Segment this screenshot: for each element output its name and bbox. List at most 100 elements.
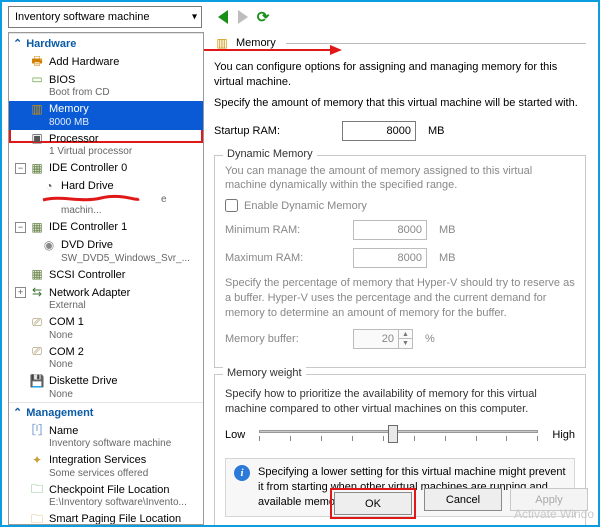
buffer-label: Memory buffer: [225,333,345,345]
slider-track [259,430,538,433]
chevron-up-icon: ⌃ [13,406,22,419]
unit-mb: MB [439,252,456,264]
tree-add-hardware[interactable]: 🖶 Add Hardware [9,53,203,71]
tree-sub: None [29,359,203,371]
ok-button[interactable]: OK [334,492,412,515]
tree-memory[interactable]: ▥ Memory 8000 MB [9,101,203,131]
dialog-buttons: OK Cancel Apply [330,488,588,519]
memory-icon: ▥ [29,103,45,117]
unit-percent: % [425,333,435,345]
info-icon: i [234,465,250,481]
collapse-icon[interactable]: − [15,163,26,174]
pane-desc-1: You can configure options for assigning … [214,60,586,90]
add-hardware-icon: 🖶 [29,55,45,69]
annotation-red-arrow [204,44,342,54]
tree-sub: Inventory software machine [29,438,203,450]
min-ram-input [353,220,427,240]
bios-icon: ▭ [29,73,45,87]
enable-dynamic-checkbox[interactable] [225,199,238,212]
settings-pane: ▥ Memory You can configure options for a… [204,32,594,525]
unit-mb: MB [428,125,445,137]
tree-bios[interactable]: ▭ BIOS Boot from CD [9,71,203,101]
tree-sub: 1 Virtual processor [29,146,203,158]
tree-scroll[interactable]: ⌃ Hardware 🖶 Add Hardware ▭ BIOS Boot from… [9,33,203,524]
expand-icon[interactable]: + [15,287,26,298]
vm-selector-text: Inventory software machine [15,11,150,23]
max-ram-input [353,248,427,268]
tree-label: SCSI Controller [49,269,125,282]
tree-label: Memory [49,103,89,116]
tree-com1[interactable]: ⎚ COM 1 None [9,314,203,344]
network-icon: ⇆ [29,286,45,300]
tree-scsi[interactable]: ▦ SCSI Controller [9,266,203,284]
tree-name[interactable]: ［ᴵ］Name Inventory software machine [9,422,203,452]
section-hardware[interactable]: ⌃ Hardware [9,33,203,53]
nav-forward-button [236,10,250,24]
max-ram-label: Maximum RAM: [225,252,345,264]
tree-label: IDE Controller 0 [49,162,127,175]
controller-icon: ▦ [29,162,45,176]
tree-sub: Boot from CD [29,87,203,99]
triangle-left-icon [218,10,228,24]
com-icon: ⎚ [29,345,45,359]
spinner-up-icon: ▲ [398,330,412,340]
refresh-button[interactable]: ⟳ [256,10,270,24]
tree-sub: SW_DVD5_Windows_Svr_... [41,253,203,265]
tree-label: Add Hardware [49,56,119,69]
dynamic-desc: You can manage the amount of memory assi… [225,164,575,194]
tree-sub: E:\Inventory software\Invento... [29,497,203,509]
tree-sub: 8000 MB [29,117,203,129]
apply-button: Apply [510,488,588,511]
tree-hard-drive[interactable]: ◔Hard Drive e machin... [9,178,203,219]
slider-ticks [259,436,538,442]
nav-back-button[interactable] [216,10,230,24]
tree-label: Checkpoint File Location [49,484,169,497]
controller-icon: ▦ [29,221,45,235]
collapse-icon[interactable]: − [15,222,26,233]
section-label: Management [26,407,93,419]
tree-ide1[interactable]: − ▦ IDE Controller 1 [9,219,203,237]
buffer-spinner: ▲▼ [353,329,413,349]
tree-label: COM 2 [49,346,84,359]
tree-sub: External [29,300,203,312]
startup-ram-input[interactable] [342,121,416,141]
tree-dvd[interactable]: ◉ DVD Drive SW_DVD5_Windows_Svr_... [9,237,203,267]
weight-high-label: High [552,429,575,441]
tree-diskette[interactable]: 💾Diskette Drive None [9,373,203,403]
section-label: Hardware [26,38,76,50]
cancel-button[interactable]: Cancel [424,488,502,511]
triangle-right-icon [238,10,248,24]
tree-processor[interactable]: ▣Processor 1 Virtual processor [9,130,203,160]
tree-label: COM 1 [49,316,84,329]
tree-label: Diskette Drive [49,375,117,388]
refresh-icon: ⟳ [257,8,270,26]
scsi-icon: ▦ [29,268,45,282]
section-management[interactable]: ⌃ Management [9,402,203,422]
tree-integration[interactable]: ✦Integration Services Some services offe… [9,452,203,482]
tree-com2[interactable]: ⎚ COM 2 None [9,343,203,373]
tree-network[interactable]: + ⇆Network Adapter External [9,284,203,314]
com-icon: ⎚ [29,316,45,330]
tree-sub: None [29,330,203,342]
tree-label: Hard Drive [61,180,114,193]
weight-low-label: Low [225,429,245,441]
pane-desc-2: Specify the amount of memory that this v… [214,96,586,111]
diskette-icon: 💾 [29,375,45,389]
tree-label: BIOS [49,74,75,87]
smart-paging-icon: 🗀 [29,513,45,525]
tree-label: IDE Controller 1 [49,221,127,234]
buffer-desc: Specify the percentage of memory that Hy… [225,276,575,321]
slider-thumb[interactable] [388,425,398,443]
weight-slider[interactable] [259,424,538,446]
chevron-down-icon: ▾ [192,12,197,23]
name-icon: ［ᴵ］ [29,424,45,438]
tree-checkpoint-location[interactable]: 🗀Checkpoint File Location E:\Inventory s… [9,481,203,511]
tree-ide0[interactable]: − ▦ IDE Controller 0 [9,160,203,178]
tree-label: DVD Drive [61,239,113,252]
integration-icon: ✦ [29,454,45,468]
chevron-up-icon: ⌃ [13,37,22,50]
dvd-icon: ◉ [41,239,57,253]
dynamic-memory-group: Dynamic Memory You can manage the amount… [214,155,586,368]
vm-selector[interactable]: Inventory software machine ▾ [8,6,202,28]
tree-smart-paging[interactable]: 🗀Smart Paging File Location E:\Inventory… [9,511,203,525]
